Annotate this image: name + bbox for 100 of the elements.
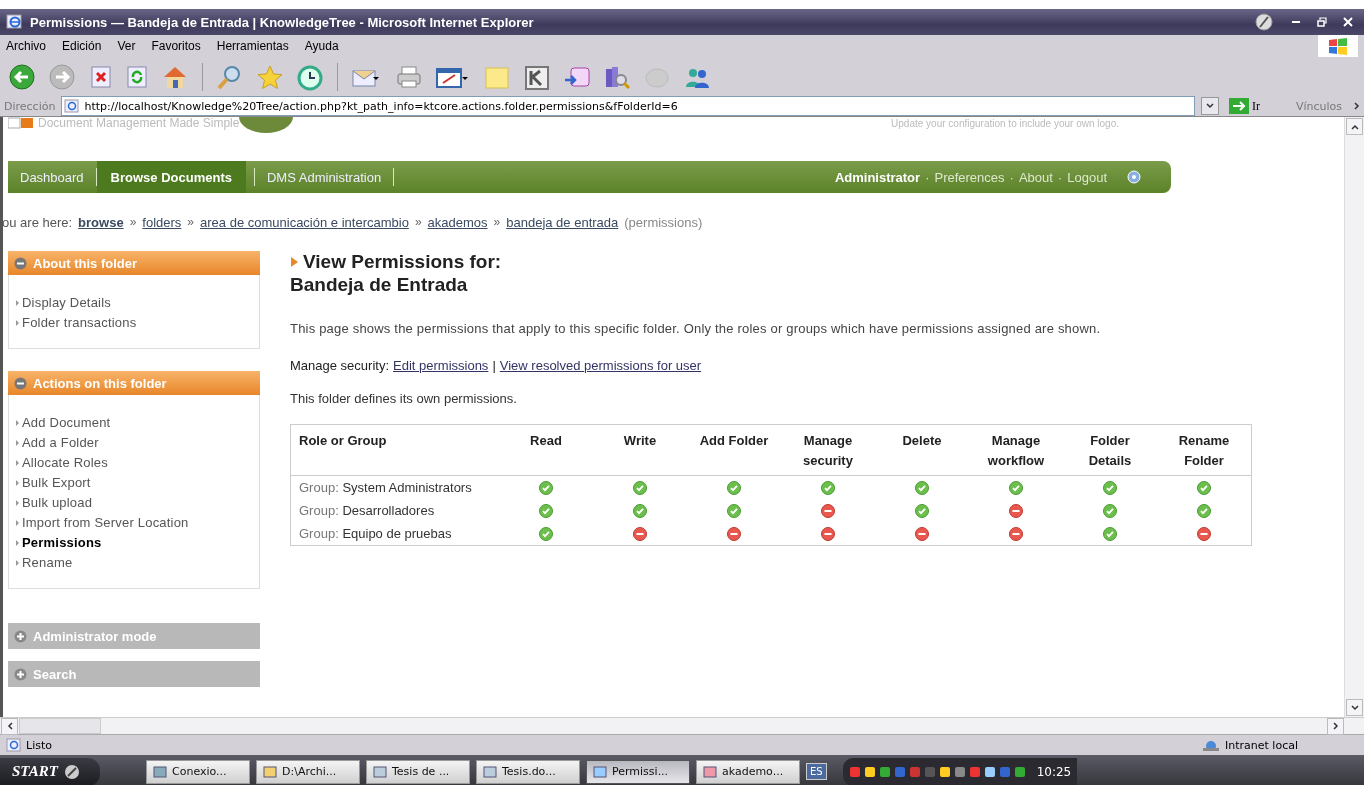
tray-icon[interactable] — [1013, 765, 1026, 778]
sidebar-link[interactable]: Allocate Roles — [15, 455, 253, 470]
folder-name-heading: Bandeja de Entrada — [290, 274, 469, 296]
tagline: Document Management Made Simple — [38, 117, 240, 130]
nav-tab[interactable]: Browse Documents — [96, 161, 246, 193]
menu-item[interactable]: Herramientas — [216, 39, 289, 53]
menu-item[interactable]: Archivo — [6, 39, 46, 53]
app-icon — [153, 764, 167, 779]
chevron-right-icon[interactable] — [1354, 102, 1360, 110]
taskbar-item[interactable]: akademo... — [696, 759, 800, 784]
scroll-up-button[interactable] — [1346, 118, 1363, 135]
taskbar-item[interactable]: Permissi... — [586, 759, 690, 784]
menu-item[interactable]: Ver — [117, 39, 136, 53]
back-arrow-button[interactable] — [8, 62, 38, 91]
tray-icon[interactable] — [953, 765, 966, 778]
sidebar-link[interactable]: Add a Folder — [15, 435, 253, 450]
column-header: Manage security — [781, 424, 875, 476]
minimize-icon — [1292, 21, 1300, 23]
bullet-icon — [15, 298, 20, 307]
app-icon — [593, 764, 607, 779]
app-icon — [373, 764, 387, 779]
chevron-down-icon — [1205, 103, 1214, 109]
vertical-scrollbar[interactable] — [1344, 117, 1364, 717]
zone-text: Intranet local — [1225, 738, 1298, 752]
address-field[interactable]: http://localhost/Knowledge%20Tree/action.php?kt_path_info=ktcore.actions.folder.permissions&fFolderId=6 — [61, 96, 1195, 116]
bullet-icon — [15, 518, 20, 527]
scroll-thumb[interactable] — [19, 718, 101, 734]
sidebar-link[interactable]: Bulk upload — [15, 495, 253, 510]
tray-icon[interactable] — [863, 765, 876, 778]
ie-logo-icon — [6, 14, 24, 30]
sidebar-link[interactable]: Rename — [15, 555, 253, 570]
language-indicator[interactable]: ES — [806, 763, 827, 780]
app-icon — [263, 764, 277, 779]
taskbar-item[interactable]: D:\Archi... — [256, 759, 360, 784]
bullet-icon — [15, 318, 20, 327]
group-cell: Group: System Administrators — [290, 475, 499, 499]
sidebar-link[interactable]: Bulk Export — [15, 475, 253, 490]
sidebar-link[interactable]: Import from Server Location — [15, 515, 253, 530]
group-cell: Group: Equipo de pruebas — [290, 522, 499, 546]
breadcrumb-link[interactable]: akademos — [427, 214, 488, 230]
help-icon[interactable] — [1127, 170, 1141, 184]
expand-icon — [14, 667, 27, 681]
expand-icon — [14, 629, 27, 643]
security-link[interactable]: Edit permissions — [393, 358, 489, 373]
app-icon — [483, 764, 497, 779]
chevron-right-icon — [1332, 722, 1339, 730]
go-button[interactable]: Ir — [1224, 98, 1290, 114]
chevron-left-icon — [6, 722, 13, 730]
sidebar-link[interactable]: Permissions — [15, 535, 253, 550]
menu-item[interactable]: Ayuda — [304, 39, 339, 53]
security-link[interactable]: View resolved permissions for user — [499, 358, 702, 373]
breadcrumb-separator: » — [493, 215, 501, 229]
user-name: Administrator — [834, 169, 921, 185]
tray-icon[interactable] — [938, 765, 951, 778]
sidebar-link[interactable]: Folder transactions — [15, 315, 253, 330]
scroll-down-button[interactable] — [1346, 699, 1363, 716]
taskbar-item[interactable]: Tesis de ... — [366, 759, 470, 784]
group-cell: Group: Desarrolladores — [290, 499, 499, 522]
bullet-icon — [15, 458, 20, 467]
bullet-icon — [15, 478, 20, 487]
page-heading: View Permissions for: — [303, 251, 502, 273]
forward-arrow-button[interactable] — [48, 62, 78, 91]
start-button[interactable]: START — [0, 757, 100, 785]
clock: 10:25 — [1036, 764, 1072, 779]
taskbar-item[interactable]: Tesis.do... — [476, 759, 580, 784]
dropdown-button[interactable] — [1200, 97, 1219, 115]
page-icon — [6, 738, 22, 752]
breadcrumb-link[interactable]: browse — [78, 214, 124, 230]
column-header: Role or Group — [290, 424, 499, 476]
bullet-icon — [15, 418, 20, 427]
separator: · — [1057, 169, 1063, 185]
sidebar-link[interactable]: Display Details — [15, 295, 253, 310]
horizontal-scrollbar[interactable] — [0, 717, 1364, 734]
column-header: Delete — [875, 424, 969, 476]
app-icon — [703, 764, 717, 779]
breadcrumb-link[interactable]: folders — [142, 214, 182, 230]
breadcrumb-separator: » — [129, 215, 137, 229]
tray-icon[interactable] — [878, 765, 891, 778]
scroll-right-button[interactable] — [1327, 717, 1344, 735]
breadcrumb-link[interactable]: bandeja de entrada — [506, 214, 619, 230]
window-title: Permissions — Bandeja de Entrada | KnowledgeTree - Microsoft Internet Explorer — [30, 14, 535, 30]
logo-hint: Update your configuration to include your own logo. — [891, 117, 1119, 130]
taskbar-item[interactable]: Conexio... — [146, 759, 250, 784]
tray-icon[interactable] — [983, 765, 996, 778]
go-arrow-icon — [1228, 98, 1249, 114]
breadcrumb-label: ou are here: — [3, 214, 73, 230]
menu-item[interactable]: Favoritos — [151, 39, 201, 53]
triangle-icon — [290, 256, 299, 268]
sidebar-link[interactable]: Add Document — [15, 415, 253, 430]
breadcrumb-link[interactable]: area de comunicación e intercambio — [200, 214, 409, 230]
network-icon — [1201, 738, 1221, 752]
separator: · — [925, 169, 930, 185]
windows-flag-icon — [1327, 37, 1349, 55]
column-header: Read — [499, 424, 593, 476]
breadcrumb-separator: » — [187, 215, 195, 229]
scroll-left-button[interactable] — [1, 717, 18, 735]
bullet-icon — [15, 538, 20, 547]
logo-icon — [8, 117, 34, 129]
address-label: Dirección — [4, 99, 56, 113]
menu-item[interactable]: Edición — [62, 39, 102, 53]
